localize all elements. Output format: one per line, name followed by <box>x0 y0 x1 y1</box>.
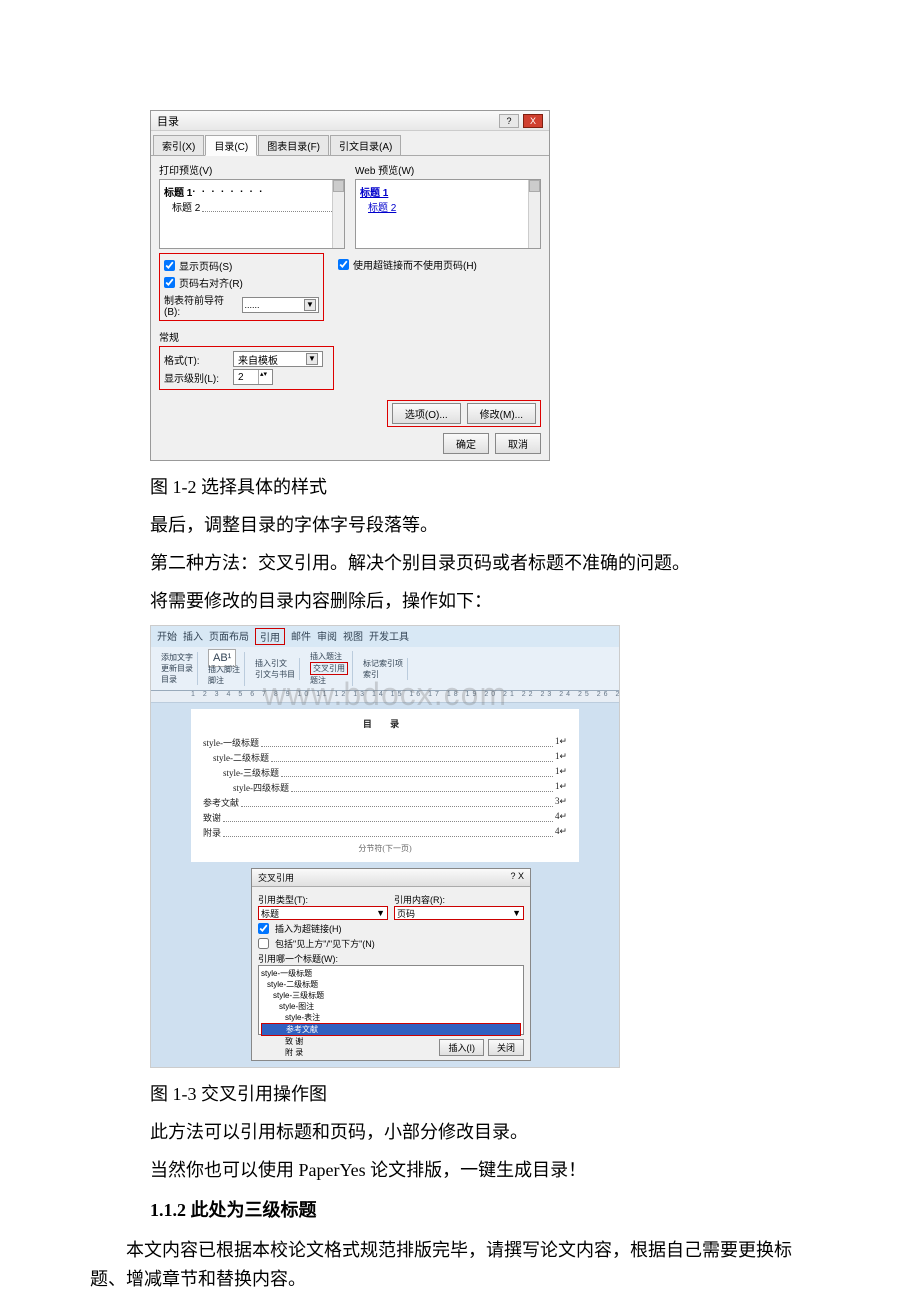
paragraph: 此方法可以引用标题和页码，小部分修改目录。 <box>150 1118 870 1144</box>
web-preview-box: 标题 1 标题 2 <box>355 179 541 249</box>
close-button[interactable]: X <box>523 114 543 128</box>
tab-view[interactable]: 视图 <box>343 628 363 645</box>
close-button[interactable]: 关闭 <box>488 1039 524 1056</box>
tab-review[interactable]: 审阅 <box>317 628 337 645</box>
options-button[interactable]: 选项(O)... <box>392 403 461 424</box>
modify-button[interactable]: 修改(M)... <box>467 403 536 424</box>
toc-line: style-四级标题1↵ <box>203 781 567 794</box>
dialog-title: 目录 <box>157 113 179 129</box>
paragraph: 当然你也可以使用 PaperYes 论文排版，一键生成目录！ <box>150 1156 870 1182</box>
ref-type-combo[interactable]: 标题▼ <box>258 906 388 920</box>
tab-developer[interactable]: 开发工具 <box>369 628 409 645</box>
figure-caption-1: 图 1-2 选择具体的样式 <box>150 473 870 499</box>
insert-as-link-checkbox[interactable]: 插入为超链接(H) <box>258 922 524 935</box>
preview-scrollbar[interactable] <box>332 180 344 248</box>
tab-layout[interactable]: 页面布局 <box>209 628 249 645</box>
cancel-button[interactable]: 取消 <box>495 433 541 454</box>
paragraph: 第二种方法：交叉引用。解决个别目录页码或者标题不准确的问题。 <box>150 549 870 575</box>
body-paragraph: 本文内容已根据本校论文格式规范排版完毕，请撰写论文内容，根据自己需要更换标题、增… <box>90 1236 820 1294</box>
include-above-checkbox[interactable]: 包括"见上方"/"见下方"(N) <box>258 937 524 950</box>
list-item[interactable]: style-三级标题 <box>261 990 521 1001</box>
list-item[interactable]: 参考文献 <box>261 1023 521 1036</box>
tab-start[interactable]: 开始 <box>157 628 177 645</box>
tab-toc[interactable]: 目录(C) <box>205 135 257 156</box>
toc-line: 附录4↵ <box>203 826 567 839</box>
list-item[interactable]: style-一级标题 <box>261 968 521 979</box>
doc-toc-title: 目 录 <box>203 717 567 730</box>
page-number-options: 显示页码(S) 页码右对齐(R) 制表符前导符(B): ...... ▼ <box>159 253 324 321</box>
pv-h1: 标题 1 <box>164 184 192 199</box>
toc-dialog: 目录 ? X 索引(X) 目录(C) 图表目录(F) 引文目录(A) 打印预览(… <box>150 110 550 461</box>
ribbon: 开始 插入 页面布局 引用 邮件 审阅 视图 开发工具 添加文字 更新目录 目录… <box>151 626 619 691</box>
tabstrip: 索引(X) 目录(C) 图表目录(F) 引文目录(A) <box>151 131 549 156</box>
pv-h2: 标题 2 <box>172 199 200 214</box>
list-item[interactable]: style-图注 <box>261 1001 521 1012</box>
which-label: 引用哪一个标题(W): <box>258 952 524 965</box>
web-link-1[interactable]: 标题 1 <box>360 184 536 199</box>
format-combo[interactable]: 来自模板 ▼ <box>233 351 323 367</box>
dialog-body: 打印预览(V) 标题 1 . . . . . . . . 1 标题 2 3 <box>151 156 549 460</box>
preview-scrollbar-2[interactable] <box>528 180 540 248</box>
ref-type-label: 引用类型(T): <box>258 893 388 906</box>
ruler: 1 2 3 4 5 6 7 8 9 10 11 12 13 14 15 16 1… <box>151 691 619 703</box>
paragraph: 将需要修改的目录内容删除后，操作如下： <box>150 587 870 613</box>
insert-button[interactable]: 插入(I) <box>439 1039 484 1056</box>
word-screenshot: www.bdocx.com 开始 插入 页面布局 引用 邮件 审阅 视图 开发工… <box>150 625 620 1068</box>
crd-title: 交叉引用 <box>258 871 294 884</box>
list-item[interactable]: style-二级标题 <box>261 979 521 990</box>
list-item[interactable]: style-表注 <box>261 1012 521 1023</box>
section-break: 分节符(下一页) <box>203 843 567 854</box>
tab-references[interactable]: 引用 <box>255 628 285 645</box>
cross-reference-dialog: 交叉引用 ? X 引用类型(T): 标题▼ 引用内容(R): 页码▼ 插入为超链 <box>251 868 531 1061</box>
ok-button[interactable]: 确定 <box>443 433 489 454</box>
show-pagenum-checkbox[interactable]: 显示页码(S) <box>164 258 319 273</box>
toc-line: style-三级标题1↵ <box>203 766 567 779</box>
right-align-checkbox[interactable]: 页码右对齐(R) <box>164 275 319 290</box>
levels-label: 显示级别(L): <box>164 370 229 385</box>
leader-combo[interactable]: ...... ▼ <box>242 297 319 313</box>
general-label: 常规 <box>159 329 541 344</box>
use-hyperlink-checkbox[interactable]: 使用超链接而不使用页码(H) <box>338 257 477 272</box>
toc-line: 参考文献3↵ <box>203 796 567 809</box>
toc-line: style-一级标题1↵ <box>203 736 567 749</box>
chevron-down-icon: ▼ <box>304 299 316 311</box>
crd-close[interactable]: ? X <box>510 871 524 884</box>
print-preview-box: 标题 1 . . . . . . . . 1 标题 2 3 <box>159 179 345 249</box>
heading-list[interactable]: style-一级标题style-二级标题style-三级标题style-图注st… <box>258 965 524 1035</box>
toc-line: style-二级标题1↵ <box>203 751 567 764</box>
figure-caption-2: 图 1-3 交叉引用操作图 <box>150 1080 870 1106</box>
cross-reference-button[interactable]: 交叉引用 <box>310 662 348 675</box>
ref-content-label: 引用内容(R): <box>394 893 524 906</box>
tab-citations[interactable]: 引文目录(A) <box>330 135 401 155</box>
hyperlink-option: 使用超链接而不使用页码(H) <box>334 253 481 321</box>
tab-figures[interactable]: 图表目录(F) <box>258 135 329 155</box>
leader-label: 制表符前导符(B): <box>164 292 238 318</box>
heading-3: 1.1.2 此处为三级标题 <box>150 1196 870 1222</box>
web-preview-label: Web 预览(W) <box>355 162 541 177</box>
levels-spinner[interactable]: 2 ▴▾ <box>233 369 273 385</box>
toc-line: 致谢4↵ <box>203 811 567 824</box>
print-preview-label: 打印预览(V) <box>159 162 345 177</box>
tab-index[interactable]: 索引(X) <box>153 135 204 155</box>
dialog-titlebar: 目录 ? X <box>151 111 549 131</box>
help-button[interactable]: ? <box>499 114 519 128</box>
format-label: 格式(T): <box>164 352 229 367</box>
paragraph: 最后，调整目录的字体字号段落等。 <box>150 511 870 537</box>
general-section: 常规 格式(T): 来自模板 ▼ 显示级别(L): 2 ▴▾ <box>159 329 541 390</box>
spinner-buttons[interactable]: ▴▾ <box>258 370 268 384</box>
document-page: 目 录 style-一级标题1↵ style-二级标题1↵ style-三级标题1↵… <box>191 709 579 862</box>
web-link-2[interactable]: 标题 2 <box>360 199 536 214</box>
tab-insert[interactable]: 插入 <box>183 628 203 645</box>
chevron-down-icon: ▼ <box>306 353 318 365</box>
titlebar-buttons: ? X <box>499 114 543 128</box>
tab-mailings[interactable]: 邮件 <box>291 628 311 645</box>
ref-content-combo[interactable]: 页码▼ <box>394 906 524 920</box>
